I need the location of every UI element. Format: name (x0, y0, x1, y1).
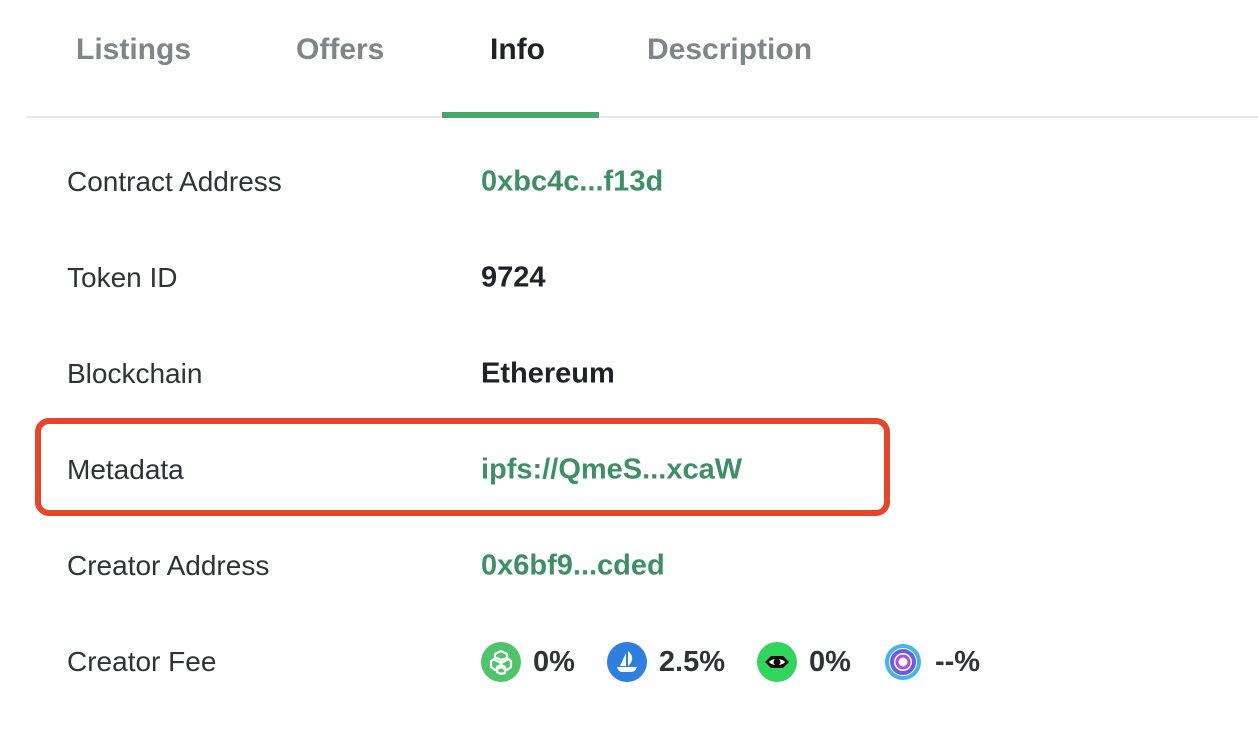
fee-opensea-value: 2.5% (658, 645, 726, 678)
tab-offers-label: Offers (296, 33, 385, 66)
creator-fee-label: Creator Fee (67, 646, 217, 677)
fee-looksrare-eye: 0% (757, 642, 851, 682)
fee-looksrare: 0% (481, 642, 575, 682)
tab-listings-label: Listings (76, 33, 192, 66)
token-id-label: Token ID (67, 262, 178, 293)
creator-address-label: Creator Address (67, 550, 270, 581)
tab-active-underline (442, 112, 599, 118)
opensea-icon (606, 642, 647, 682)
tab-description[interactable]: Description (647, 0, 847, 116)
info-row-blockchain: Blockchain Ethereum (0, 326, 1258, 422)
tab-listings[interactable]: Listings (76, 0, 216, 116)
creator-address-link[interactable]: 0x6bf9...cded (481, 550, 665, 583)
blockchain-value: Ethereum (481, 357, 615, 390)
info-row-token-id: Token ID 9724 (0, 230, 1258, 326)
tab-bar: Listings Offers Info Description (27, 0, 1258, 118)
contract-address-label: Contract Address (67, 166, 282, 197)
looksrare-eye-icon (757, 642, 798, 682)
x2y2-ring-icon (882, 642, 923, 682)
fee-x2y2-value: --% (934, 645, 981, 678)
looksrare-icon (481, 642, 521, 682)
tab-description-label: Description (647, 33, 813, 66)
fee-x2y2: --% (882, 642, 981, 682)
token-id-value: 9724 (481, 261, 546, 294)
tab-offers[interactable]: Offers (296, 0, 416, 116)
info-row-contract-address: Contract Address 0xbc4c...f13d (0, 134, 1258, 230)
blockchain-label: Blockchain (67, 358, 203, 389)
metadata-link[interactable]: ipfs://QmeS...xcaW (481, 454, 742, 487)
fee-opensea: 2.5% (606, 642, 726, 682)
tab-info[interactable]: Info (442, 0, 599, 118)
metadata-label: Metadata (67, 454, 184, 485)
info-row-creator-fee: Creator Fee 0% 2.5% 0% --% (0, 614, 1258, 710)
tab-info-label: Info (490, 33, 545, 66)
contract-address-link[interactable]: 0xbc4c...f13d (481, 166, 663, 199)
fee-looksrare-value: 0% (533, 645, 575, 678)
info-row-creator-address: Creator Address 0x6bf9...cded (0, 518, 1258, 614)
creator-fee-list: 0% 2.5% 0% --% (481, 642, 1012, 682)
info-row-metadata: Metadata ipfs://QmeS...xcaW (0, 422, 1258, 518)
fee-looksrare-eye-value: 0% (809, 645, 851, 678)
